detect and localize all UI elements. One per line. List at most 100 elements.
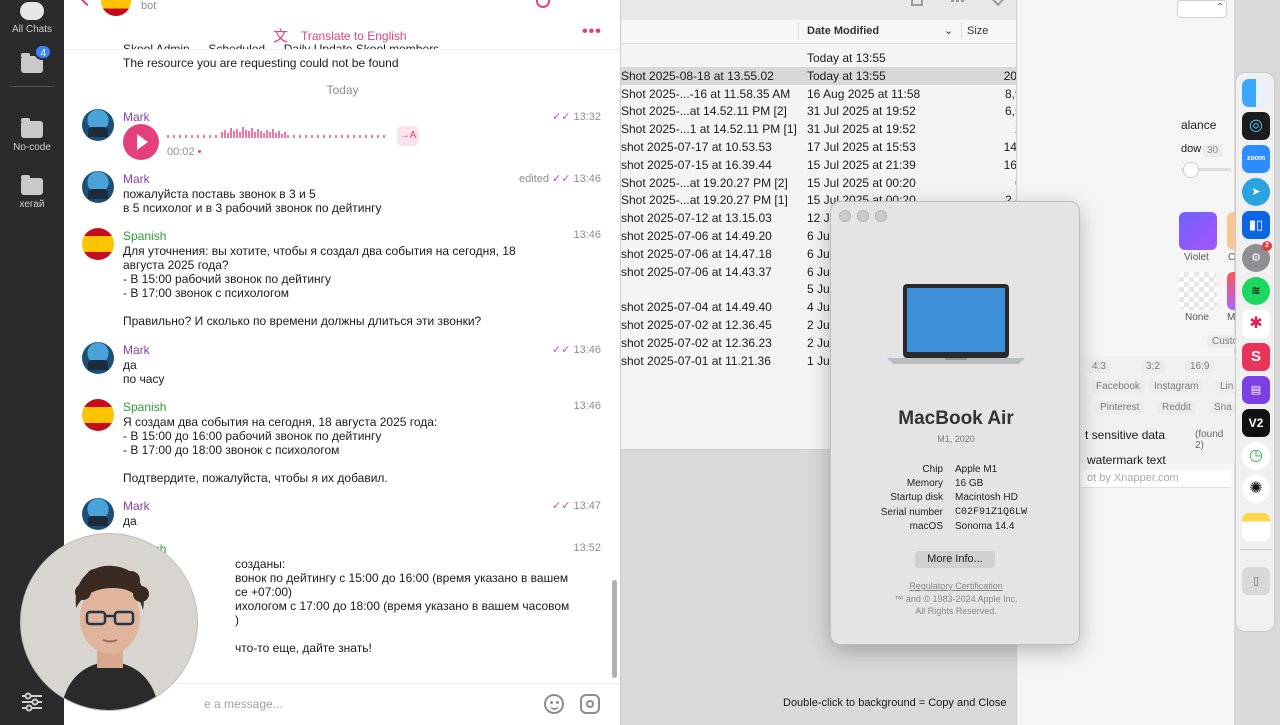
folder-xegai[interactable]: хегай — [0, 175, 64, 210]
watermark-label: watermark text — [1087, 453, 1166, 467]
ratio-chip[interactable]: 4:3 — [1087, 360, 1111, 373]
file-name: Shot 2025-...at 19.20.27 PM [2] — [621, 175, 788, 190]
chatgpt-icon[interactable]: ✺ — [1242, 475, 1270, 503]
timer-icon[interactable]: ◷ — [1242, 442, 1270, 470]
column-divider — [961, 22, 962, 40]
sender-name[interactable]: Mark — [123, 110, 150, 124]
social-chip[interactable]: Instagram — [1149, 380, 1204, 393]
sort-chevron-icon[interactable]: ⌄ — [944, 24, 953, 37]
back-arrow-icon[interactable] — [79, 0, 95, 7]
message-time: ✓✓ 13:46 — [552, 343, 601, 356]
spec-value: Sonoma 14.4 — [955, 520, 1015, 532]
view-icon[interactable] — [911, 0, 923, 6]
camera-icon[interactable] — [580, 694, 600, 714]
file-name: Shot 2025-...at 19.20.27 PM [1] — [621, 193, 788, 208]
model-year: M1, 2020 — [937, 434, 975, 444]
sensitive-data-label: t sensitive data — [1085, 428, 1166, 442]
file-date: 15 Jul 2025 at 00:20 — [807, 175, 916, 190]
zoom-button[interactable] — [875, 210, 887, 222]
folder-icon — [21, 175, 43, 195]
more-menu-icon[interactable]: ••• — [582, 23, 602, 41]
about-this-mac-window: MacBook Air M1, 2020 Chip Apple M1 Memory 1… — [830, 201, 1080, 645]
swatch-none[interactable] — [1179, 272, 1217, 310]
s-app-icon[interactable]: S — [1242, 343, 1270, 371]
avatar[interactable] — [82, 228, 114, 260]
webcam-overlay — [20, 533, 198, 711]
spotify-icon[interactable]: ≋ — [1242, 277, 1270, 305]
chat-avatar[interactable] — [101, 0, 131, 16]
avatar[interactable] — [82, 498, 114, 530]
settings-sliders-icon[interactable] — [20, 692, 44, 712]
transcribe-button[interactable]: →A — [397, 126, 419, 146]
avatar[interactable] — [82, 109, 114, 141]
watermark-placeholder: ot by Xnapper.com — [1087, 472, 1179, 484]
system-settings-icon[interactable]: ⚙ 2 — [1242, 241, 1272, 272]
more-info-button[interactable]: More Info... — [915, 551, 995, 568]
folder-all-chats[interactable]: All Chats — [0, 2, 64, 35]
file-date: 16 Aug 2025 at 11:58 — [807, 86, 921, 101]
message-input[interactable]: e a message... — [204, 697, 283, 711]
cloud-app-icon[interactable]: ◎ — [1242, 112, 1270, 140]
sender-name[interactable]: Mark — [123, 499, 150, 513]
v2-app-icon[interactable]: V2 — [1242, 409, 1270, 437]
close-button[interactable] — [839, 210, 851, 222]
finder-icon[interactable] — [1242, 79, 1270, 107]
emoji-icon[interactable] — [544, 694, 564, 714]
spec-value: 16 GB — [955, 478, 984, 490]
ratio-chip[interactable]: 16:9 — [1185, 360, 1215, 373]
waveform[interactable] — [167, 127, 389, 143]
minimize-button[interactable] — [857, 210, 869, 222]
notes-icon[interactable] — [1242, 513, 1270, 541]
swatch-violet[interactable] — [1179, 212, 1217, 250]
play-button[interactable] — [123, 124, 159, 160]
file-name: shot 2025-07-17 at 10.53.53 — [621, 140, 772, 154]
trello-icon[interactable]: ▮▯ — [1242, 211, 1270, 239]
folder-no-code[interactable]: No-code — [0, 118, 64, 153]
zoom-icon[interactable]: zoom — [1242, 145, 1270, 173]
avatar[interactable] — [82, 399, 114, 431]
ratio-chip[interactable]: 3:2 — [1141, 360, 1165, 373]
play-icon — [137, 134, 148, 150]
folder-unnamed[interactable]: 4 — [0, 44, 64, 77]
social-chip[interactable]: Reddit — [1157, 401, 1196, 414]
file-name: Shot 2025-...1 at 14.52.11 PM [1] — [621, 122, 797, 137]
read-ticks-icon: ✓✓ — [552, 173, 571, 185]
notification-badge: 2 — [1262, 241, 1272, 251]
sender-name[interactable]: Mark — [123, 343, 150, 357]
chat-scrollbar[interactable] — [612, 580, 617, 678]
previous-line-2: The resource you are requesting could no… — [123, 56, 399, 70]
sidebar-divider — [10, 86, 54, 87]
file-name: shot 2025-07-02 at 12.36.45 — [621, 318, 772, 332]
watermark-input[interactable]: ot by Xnapper.com — [1081, 470, 1231, 488]
screenshot-app-icon[interactable]: ▤ — [1242, 376, 1270, 404]
sender-name[interactable]: Spanish — [123, 400, 166, 414]
file-name: shot 2025-07-04 at 14.49.40 — [621, 300, 772, 315]
message-text: да по часу — [123, 358, 165, 386]
slack-icon[interactable]: ✱ — [1242, 310, 1270, 338]
top-select[interactable]: ⌃ — [1177, 0, 1227, 18]
dock-divider — [1240, 549, 1272, 550]
shadow-slider-knob[interactable] — [1183, 162, 1199, 178]
tag-icon[interactable] — [990, 0, 1006, 7]
chats-icon — [20, 2, 44, 20]
avatar[interactable] — [82, 342, 114, 374]
avatar[interactable] — [82, 171, 114, 203]
grid-icon[interactable] — [951, 0, 965, 6]
file-name: Shot 2025-...at 14.52.11 PM [2] — [621, 104, 787, 119]
message-time: ✓✓ 13:32 — [552, 110, 601, 123]
telegram-icon[interactable]: ➤ — [1242, 178, 1270, 206]
social-chip[interactable]: Facebook — [1091, 380, 1145, 393]
spec-value: Macintosh HD — [955, 492, 1018, 504]
file-name: Shot 2025-...-16 at 11.58.35 AM — [621, 86, 791, 101]
social-chip[interactable]: Pinterest — [1095, 401, 1145, 414]
chat-header: bot — [64, 0, 620, 20]
sender-name[interactable]: Mark — [123, 172, 150, 186]
sender-name[interactable]: Spanish — [123, 229, 166, 243]
message-item: Mark ✓✓ 13:46 да по часу — [64, 342, 620, 390]
column-size[interactable]: Size — [967, 25, 988, 37]
column-date-modified[interactable]: Date Modified — [807, 25, 879, 37]
regulatory-link[interactable]: Regulatory Certification — [831, 581, 1081, 591]
search-icon[interactable] — [536, 0, 550, 8]
social-chip[interactable]: Sna — [1209, 401, 1237, 414]
trash-icon[interactable]: ▯ — [1242, 567, 1270, 595]
